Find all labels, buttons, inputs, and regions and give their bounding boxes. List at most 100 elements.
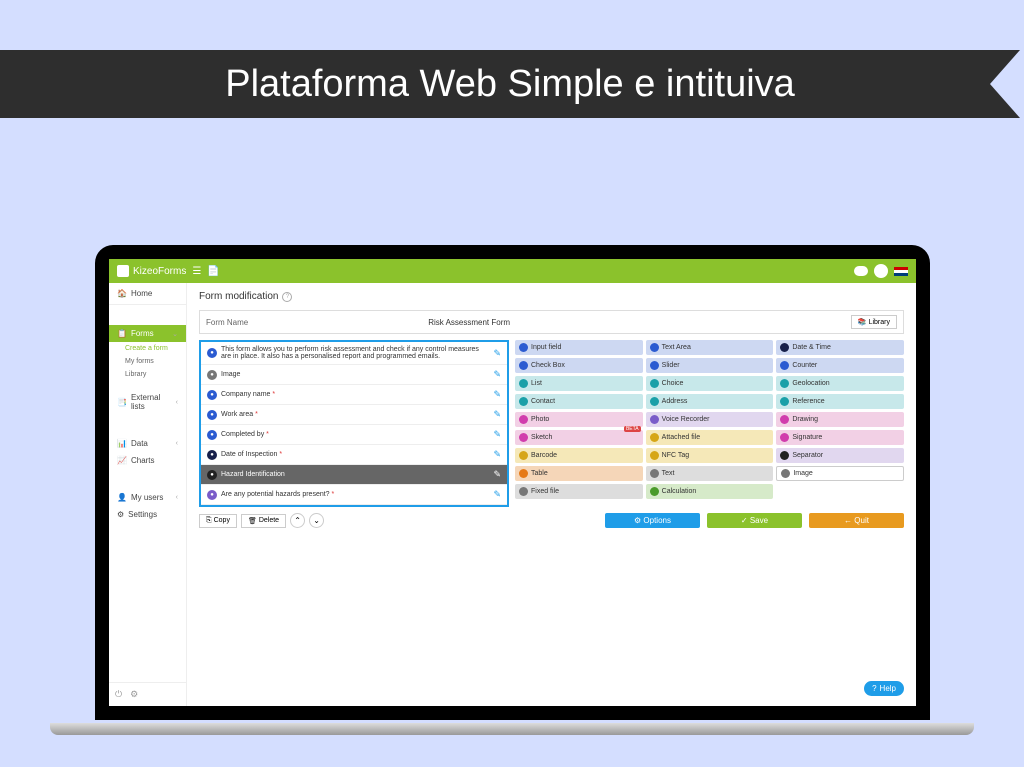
sidebar-sub-myforms[interactable]: My forms: [109, 355, 186, 368]
copy-button[interactable]: ⎘ Copy: [199, 514, 237, 528]
sidebar-item-settings[interactable]: ⚙ Settings: [109, 506, 186, 523]
brand-icon: [117, 265, 129, 277]
palette-label: Attached file: [662, 434, 701, 441]
palette-item[interactable]: SketchBETA: [515, 430, 643, 445]
palette-item[interactable]: Calculation: [646, 484, 774, 499]
form-field[interactable]: ●Date of Inspection *✎: [201, 445, 507, 465]
palette-item[interactable]: Barcode: [515, 448, 643, 463]
delete-button[interactable]: 🗑 Delete: [241, 514, 286, 528]
palette-item[interactable]: Table: [515, 466, 643, 481]
palette-item[interactable]: Choice: [646, 376, 774, 391]
palette-item[interactable]: Text: [646, 466, 774, 481]
palette-item[interactable]: Text Area: [646, 340, 774, 355]
form-field[interactable]: ●Hazard Identification✎: [201, 465, 507, 485]
palette-label: Image: [793, 470, 812, 477]
brand[interactable]: KizeoForms: [117, 265, 186, 277]
form-field[interactable]: ●This form allows you to perform risk as…: [201, 342, 507, 365]
sidebar-label: External lists: [131, 393, 172, 411]
palette-item[interactable]: Attached file: [646, 430, 774, 445]
palette-item[interactable]: Input field: [515, 340, 643, 355]
cloud-icon[interactable]: [854, 266, 868, 276]
edit-field-icon[interactable]: ✎: [493, 429, 501, 440]
sidebar-sub-library[interactable]: Library: [109, 368, 186, 381]
edit-field-icon[interactable]: ✎: [493, 389, 501, 400]
form-field[interactable]: ●Are any potential hazards present? *✎: [201, 485, 507, 505]
palette-item[interactable]: Date & Time: [776, 340, 904, 355]
palette-label: Calculation: [662, 488, 697, 495]
chevron-left-icon: ‹: [176, 440, 178, 447]
sidebar-item-forms[interactable]: 📋 Forms⌄: [109, 325, 186, 342]
move-down-button[interactable]: ⌄: [309, 513, 324, 528]
palette-item[interactable]: Signature: [776, 430, 904, 445]
laptop-base: [50, 723, 974, 735]
palette-label: List: [531, 380, 542, 387]
sidebar-item-charts[interactable]: 📈 Charts: [109, 452, 186, 469]
help-button[interactable]: ? Help: [864, 681, 904, 696]
palette-item[interactable]: Voice Recorder: [646, 412, 774, 427]
flag-icon[interactable]: [894, 267, 908, 276]
palette-item[interactable]: NFC Tag: [646, 448, 774, 463]
palette-item[interactable]: Fixed file: [515, 484, 643, 499]
menu-icon[interactable]: ☰: [192, 266, 201, 277]
palette-item[interactable]: Contact: [515, 394, 643, 409]
palette-item[interactable]: Photo: [515, 412, 643, 427]
palette-icon: [650, 343, 659, 352]
palette-item[interactable]: Check Box: [515, 358, 643, 373]
field-type-icon: ●: [207, 410, 217, 420]
edit-field-icon[interactable]: ✎: [493, 409, 501, 420]
palette-item[interactable]: Geolocation: [776, 376, 904, 391]
quit-button[interactable]: ← Quit: [809, 513, 904, 528]
form-field[interactable]: ●Company name *✎: [201, 385, 507, 405]
palette-icon: [650, 379, 659, 388]
edit-field-icon[interactable]: ✎: [493, 369, 501, 380]
form-field[interactable]: ●Work area *✎: [201, 405, 507, 425]
sidebar-item-external[interactable]: 📑 External lists‹: [109, 389, 186, 415]
sidebar-sub-create[interactable]: Create a form: [109, 342, 186, 355]
edit-field-icon[interactable]: ✎: [493, 449, 501, 460]
palette-item[interactable]: List: [515, 376, 643, 391]
doc-icon[interactable]: 📄: [207, 266, 219, 277]
form-field[interactable]: ●Image✎: [201, 365, 507, 385]
beta-badge: BETA: [624, 426, 641, 432]
library-button[interactable]: 📚 Library: [851, 315, 897, 329]
palette-label: Date & Time: [792, 344, 831, 351]
palette-icon: [650, 361, 659, 370]
form-name-value[interactable]: Risk Assessment Form: [428, 318, 510, 327]
palette-icon: [650, 451, 659, 460]
palette-item[interactable]: Drawing: [776, 412, 904, 427]
banner-text: Plataforma Web Simple e intituiva: [225, 63, 795, 106]
sidebar-item-data[interactable]: 📊 Data‹: [109, 435, 186, 452]
palette-label: Check Box: [531, 362, 565, 369]
palette-item[interactable]: Slider: [646, 358, 774, 373]
settings-icon[interactable]: ⚙: [130, 689, 138, 700]
form-field[interactable]: ●Completed by *✎: [201, 425, 507, 445]
palette-icon: [519, 415, 528, 424]
palette-label: Barcode: [531, 452, 557, 459]
save-button[interactable]: ✓ Save: [707, 513, 802, 528]
palette-item[interactable]: Reference: [776, 394, 904, 409]
palette-label: NFC Tag: [662, 452, 690, 459]
palette-item[interactable]: Separator: [776, 448, 904, 463]
sidebar-label: Forms: [131, 329, 154, 338]
move-up-button[interactable]: ⌃: [290, 513, 305, 528]
power-icon[interactable]: ⏻: [115, 689, 122, 700]
palette-item[interactable]: Counter: [776, 358, 904, 373]
edit-field-icon[interactable]: ✎: [493, 348, 501, 359]
edit-field-icon[interactable]: ✎: [493, 489, 501, 500]
edit-field-icon[interactable]: ✎: [493, 469, 501, 480]
palette-icon: [650, 487, 659, 496]
field-label: Are any potential hazards present? *: [221, 491, 489, 498]
palette-item[interactable]: Image: [776, 466, 904, 481]
sidebar-item-users[interactable]: 👤 My users‹: [109, 489, 186, 506]
palette-icon: [780, 433, 789, 442]
topbar: KizeoForms ☰ 📄: [109, 259, 916, 283]
palette-icon: [780, 397, 789, 406]
sidebar-label: Data: [131, 439, 148, 448]
chevron-left-icon: ‹: [176, 399, 178, 406]
avatar[interactable]: [874, 264, 888, 278]
help-icon[interactable]: ?: [282, 292, 292, 302]
sidebar-item-home[interactable]: 🏠 Home: [109, 283, 186, 305]
palette-item[interactable]: Address: [646, 394, 774, 409]
options-button[interactable]: ⚙ Options: [605, 513, 700, 528]
field-label: Company name *: [221, 391, 489, 398]
